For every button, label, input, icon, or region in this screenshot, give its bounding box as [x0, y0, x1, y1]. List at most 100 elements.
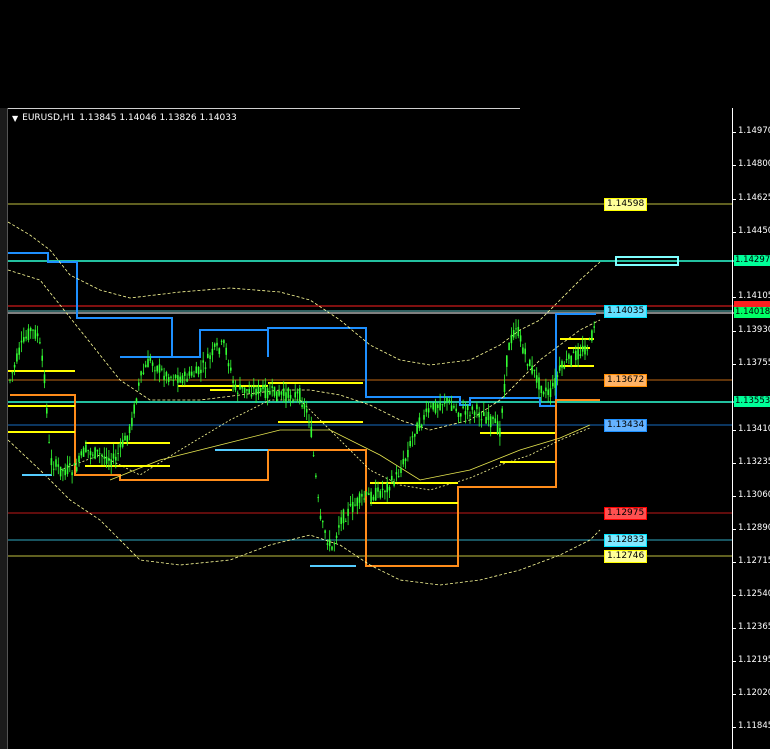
price-tick-label: 1.14450: [738, 226, 770, 236]
candle-body: [174, 374, 177, 379]
candle-body: [554, 378, 556, 388]
candle-body: [259, 388, 262, 393]
candle-body: [207, 353, 209, 358]
candle-body: [64, 469, 66, 476]
candle-body: [363, 498, 365, 500]
candle-body: [395, 472, 398, 475]
candle-body: [243, 387, 246, 394]
candle-body: [147, 358, 149, 368]
candle-body: [248, 389, 250, 393]
level-price-label[interactable]: 1.14598: [604, 198, 648, 211]
candle-body: [372, 496, 375, 500]
price-tick: [732, 132, 736, 133]
candle-body: [319, 515, 322, 520]
candle-body: [92, 454, 94, 456]
candle-body: [241, 386, 244, 389]
candle-body: [34, 329, 37, 339]
candle-body: [561, 361, 563, 368]
candle-body: [381, 488, 384, 491]
candle-body: [464, 411, 467, 415]
candle-body: [549, 388, 552, 397]
candle-body: [253, 387, 255, 389]
candle-body: [80, 451, 83, 456]
candle-body: [179, 376, 181, 383]
candle-body: [50, 458, 53, 466]
level-price-label[interactable]: 1.14035: [604, 305, 648, 318]
level-price-label[interactable]: 1.12975: [604, 507, 648, 520]
price-tick-label: 1.14625: [738, 193, 770, 203]
candle-body: [188, 371, 191, 376]
symbol-timeframe: EURUSD,H1: [22, 113, 76, 123]
candle-body: [151, 362, 154, 366]
candle-body: [347, 508, 349, 516]
candle-body: [335, 535, 338, 538]
price-tick: [732, 595, 736, 596]
candle-body: [73, 463, 76, 466]
candle-body: [496, 421, 499, 434]
candle-body: [547, 389, 549, 396]
candle-body: [225, 347, 227, 355]
candle-body: [529, 359, 531, 366]
candle-body: [448, 399, 451, 402]
price-tick: [732, 628, 736, 629]
candle-body: [377, 487, 379, 492]
candle-body: [515, 328, 517, 330]
candle-body: [165, 372, 168, 377]
candle-body: [533, 369, 536, 371]
candle-body: [296, 391, 299, 394]
candle-body: [508, 343, 510, 351]
candle-body: [101, 454, 103, 457]
candle-body: [510, 334, 513, 344]
candle-body: [517, 326, 520, 337]
axis-price-badge: 1.14018: [734, 307, 770, 318]
candle-body: [66, 464, 69, 475]
candle-body: [522, 347, 524, 354]
candle-body: [250, 394, 253, 397]
candle-body: [190, 371, 193, 376]
candle-body: [98, 453, 101, 455]
candle-body: [411, 436, 414, 438]
rectangle-object[interactable]: [615, 256, 679, 266]
candle-body: [388, 486, 391, 491]
candle-body: [209, 355, 211, 360]
candle-body: [439, 402, 441, 410]
candle-body: [434, 403, 437, 413]
candle-body: [57, 464, 60, 467]
candle-body: [278, 390, 280, 396]
candle-body: [96, 449, 99, 452]
candle-body: [437, 404, 439, 408]
candle-body: [384, 490, 386, 493]
price-tick: [732, 364, 736, 365]
level-price-label[interactable]: 1.13434: [604, 419, 648, 432]
candle-body: [186, 378, 188, 382]
symbol-info-bar[interactable]: ▼ EURUSD,H1 1.13845 1.14046 1.13826 1.14…: [12, 111, 237, 125]
candle-body: [512, 330, 515, 338]
candle-body: [32, 329, 34, 331]
price-axis[interactable]: [732, 108, 733, 749]
candle-body: [117, 453, 119, 455]
candle-body: [144, 364, 147, 368]
level-price-label[interactable]: 1.12833: [604, 534, 648, 547]
candle-body: [499, 428, 501, 437]
candle-body: [441, 404, 444, 406]
candle-body: [232, 380, 234, 384]
candle-body: [223, 340, 225, 344]
triangle-down-icon[interactable]: ▼: [12, 114, 18, 123]
candle-body: [105, 456, 108, 464]
candle-body: [312, 455, 315, 457]
candle-body: [41, 355, 43, 361]
candle-body: [62, 469, 64, 472]
price-tick: [732, 529, 736, 530]
candle-body: [255, 388, 257, 396]
candle-body: [368, 493, 370, 496]
candle-body: [119, 442, 122, 448]
candle-body: [379, 490, 382, 498]
candle-body: [345, 520, 347, 522]
candle-body: [71, 472, 73, 476]
candle-body: [13, 364, 16, 368]
level-price-label[interactable]: 1.12746: [604, 550, 648, 563]
level-price-label[interactable]: 1.13672: [604, 374, 648, 387]
candle-body: [519, 335, 522, 342]
candle-body: [85, 444, 87, 453]
candle-body: [269, 391, 271, 395]
